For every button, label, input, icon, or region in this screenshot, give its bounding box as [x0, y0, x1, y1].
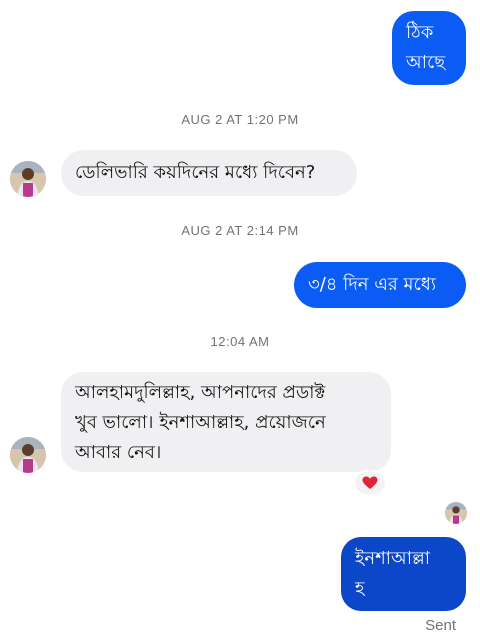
avatar-photo-icon [10, 161, 46, 197]
outgoing-message-bubble[interactable]: ঠিক আছে [392, 11, 466, 85]
avatar-photo-icon [10, 437, 46, 473]
outgoing-message-bubble[interactable]: ৩/৪ দিন এর মধ্যে [294, 262, 466, 308]
read-receipt-avatar [445, 502, 467, 524]
outgoing-message-bubble[interactable]: ইনশাআল্লা হ [341, 537, 466, 611]
heart-icon [362, 476, 378, 489]
contact-avatar[interactable] [10, 437, 46, 473]
incoming-message-bubble[interactable]: আলহামদুলিল্লাহ, আপনাদের প্রডাক্ট খুব ভাল… [61, 372, 391, 472]
message-timestamp: AUG 2 AT 1:20 PM [181, 112, 299, 127]
avatar-photo-icon [445, 502, 467, 524]
message-timestamp: 12:04 AM [210, 334, 270, 349]
message-status: Sent [425, 617, 456, 634]
message-timestamp: AUG 2 AT 2:14 PM [181, 223, 299, 238]
contact-avatar[interactable] [10, 161, 46, 197]
message-reaction[interactable] [353, 470, 387, 496]
incoming-message-bubble[interactable]: ডেলিভারি কয়দিনের মধ্যে দিবেন? [61, 150, 357, 196]
